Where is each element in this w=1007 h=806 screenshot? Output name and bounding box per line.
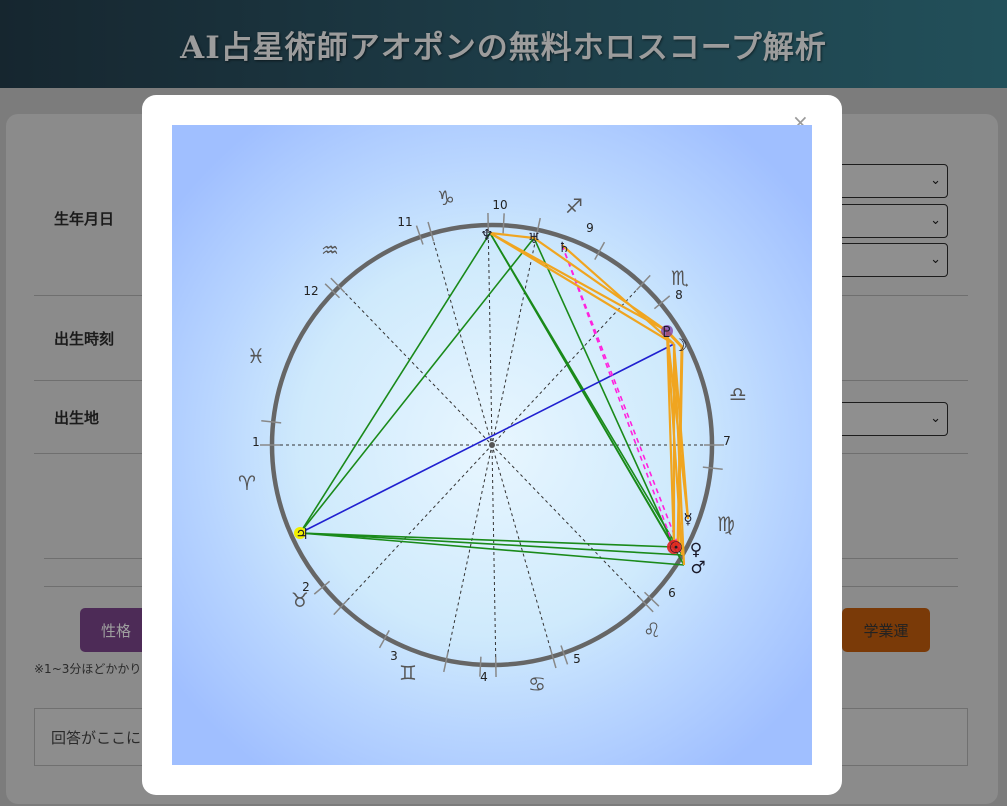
chevron-down-icon: ⌄ — [930, 173, 941, 188]
house-number: 10 — [492, 198, 507, 212]
birth-month-select[interactable]: ⌄ — [838, 204, 948, 238]
planet-jupiter-icon: ♃ — [295, 525, 308, 543]
planet-moon-icon: ☽ — [672, 336, 687, 356]
house-number: 11 — [397, 215, 412, 229]
house-number: 5 — [573, 652, 581, 666]
zodiac-cancer-icon: ♋ — [528, 672, 546, 696]
zodiac-aquarius-icon: ♒ — [321, 238, 339, 262]
zodiac-virgo-icon: ♍ — [717, 512, 735, 536]
chevron-down-icon: ⌄ — [930, 213, 941, 228]
house-number: 7 — [723, 434, 731, 448]
planet-venus-icon: ♀ — [690, 540, 702, 560]
planet-mars-icon: ♂ — [690, 558, 705, 578]
zodiac-scorpio-icon: ♏ — [671, 266, 689, 290]
zodiac-leo-icon: ♌ — [643, 618, 661, 642]
house-number: 6 — [668, 586, 676, 600]
zodiac-taurus-icon: ♉ — [291, 588, 309, 612]
planet-uranus-icon: ♅ — [528, 231, 541, 247]
zodiac-gemini-icon: ♊ — [399, 661, 417, 685]
house-number: 4 — [480, 670, 488, 684]
study-luck-button[interactable]: 学業運 — [842, 608, 930, 652]
birth-day-select[interactable]: ⌄ — [838, 243, 948, 277]
birth-year-select[interactable]: ⌄ — [838, 164, 948, 198]
horoscope-chart: 123456789101112♑ ♐♏♎♍♌♋♊♉♈♓♒♆ ♅♄♇☽☿☉ ♀♂♃ — [172, 125, 812, 765]
birth-place-label: 出生地 — [54, 409, 100, 427]
house-number: 9 — [586, 221, 594, 235]
zodiac-capricorn-icon: ♑ — [437, 186, 455, 210]
birth-date-label: 生年月日 — [54, 210, 115, 228]
page-title: AI占星術師アオポンの無料ホロスコープ解析 — [180, 29, 827, 66]
planet-neptune-icon: ♆ — [480, 226, 493, 244]
zodiac-libra-icon: ♎ — [729, 382, 747, 406]
birth-place-select[interactable]: ⌄ — [838, 402, 948, 436]
house-number: 3 — [390, 649, 398, 663]
house-number: 1 — [252, 435, 260, 449]
chart-center-dot — [489, 442, 495, 448]
zodiac-aries-icon: ♈ — [238, 471, 256, 495]
house-tick — [502, 213, 505, 234]
zodiac-sagittarius-icon: ♐ — [565, 194, 583, 218]
planet-saturn-icon: ♄ — [558, 240, 571, 256]
zodiac-pisces-icon: ♓ — [247, 344, 265, 368]
planet-mercury-icon: ☿ — [683, 510, 692, 528]
chevron-down-icon: ⌄ — [930, 411, 941, 426]
planet-sun-icon: ☉ — [669, 538, 683, 557]
page-header: AI占星術師アオポンの無料ホロスコープ解析 — [0, 0, 1007, 88]
birth-time-label: 出生時刻 — [54, 330, 115, 348]
house-number: 12 — [303, 284, 318, 298]
wait-note: ※1~3分ほどかかり — [34, 662, 142, 676]
house-number: 8 — [675, 288, 683, 302]
answer-placeholder: 回答がここに — [51, 729, 142, 747]
chevron-down-icon: ⌄ — [930, 252, 941, 267]
